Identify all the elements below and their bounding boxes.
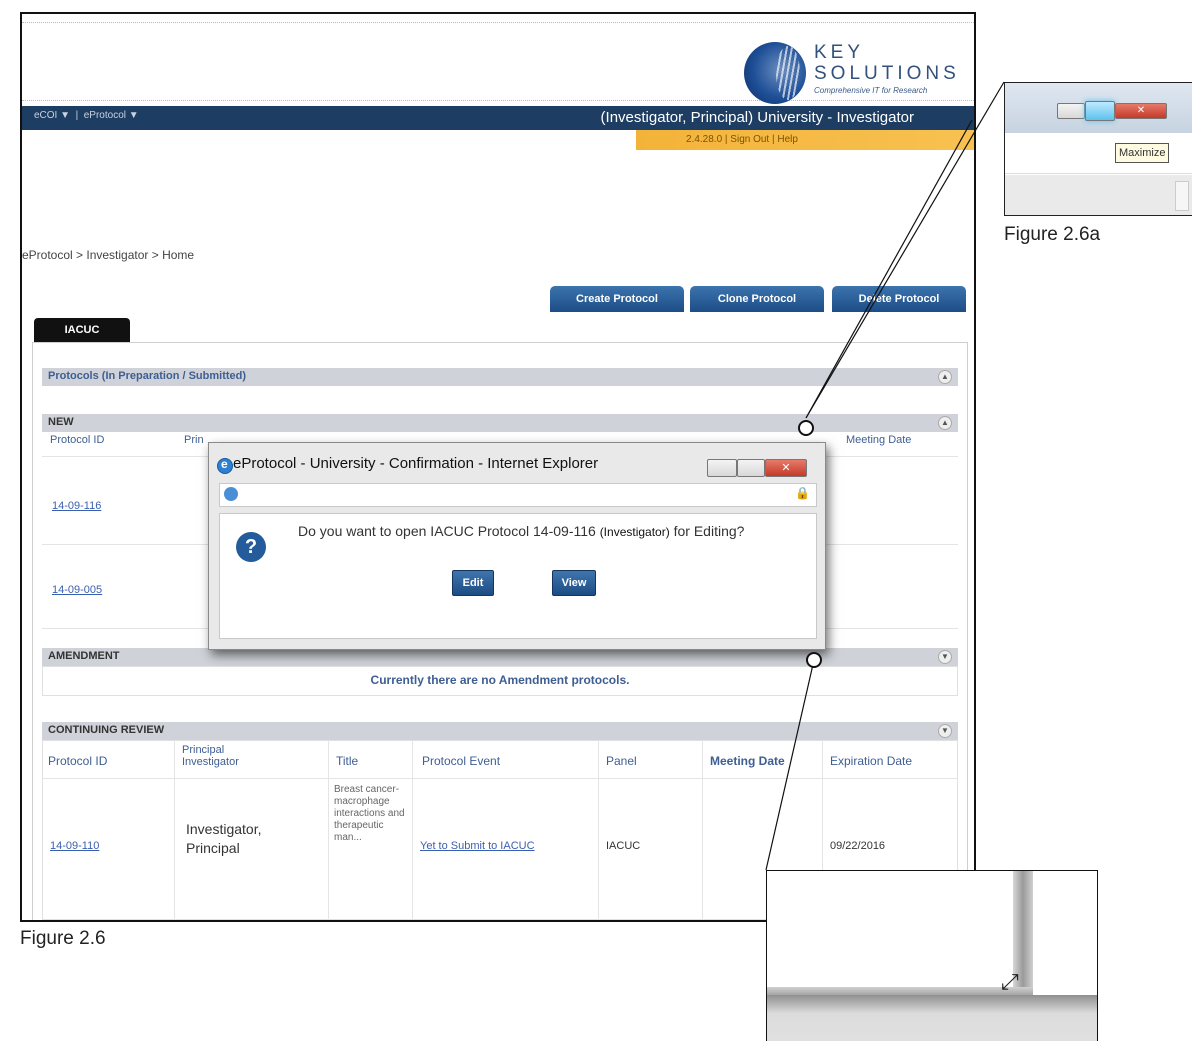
- callout-marker-maximize: [798, 420, 814, 436]
- figure-caption-inset: Figure 2.6a: [1004, 224, 1101, 245]
- zoom-inset-resize: ⤢: [766, 870, 1098, 1041]
- maximize-tooltip: Maximize: [1115, 143, 1170, 163]
- figure-caption-main: Figure 2.6: [20, 928, 106, 949]
- inset-scrollbar: [1175, 181, 1189, 211]
- zoom-inset-maximize: ✕ Maximize: [1004, 82, 1192, 216]
- inset-window-content: [767, 871, 1017, 989]
- inset-close-icon[interactable]: ✕: [1115, 103, 1167, 119]
- inset-maximize-icon[interactable]: [1085, 101, 1115, 121]
- callout-marker-resize: [806, 652, 822, 668]
- inset-toolbar: [1005, 175, 1192, 215]
- inset-window-border-bottom: [767, 987, 1033, 995]
- inset-minimize-icon[interactable]: [1057, 103, 1085, 119]
- inset-shadow: [767, 995, 1097, 1041]
- resize-arrow-icon[interactable]: ⤢: [1001, 969, 1019, 995]
